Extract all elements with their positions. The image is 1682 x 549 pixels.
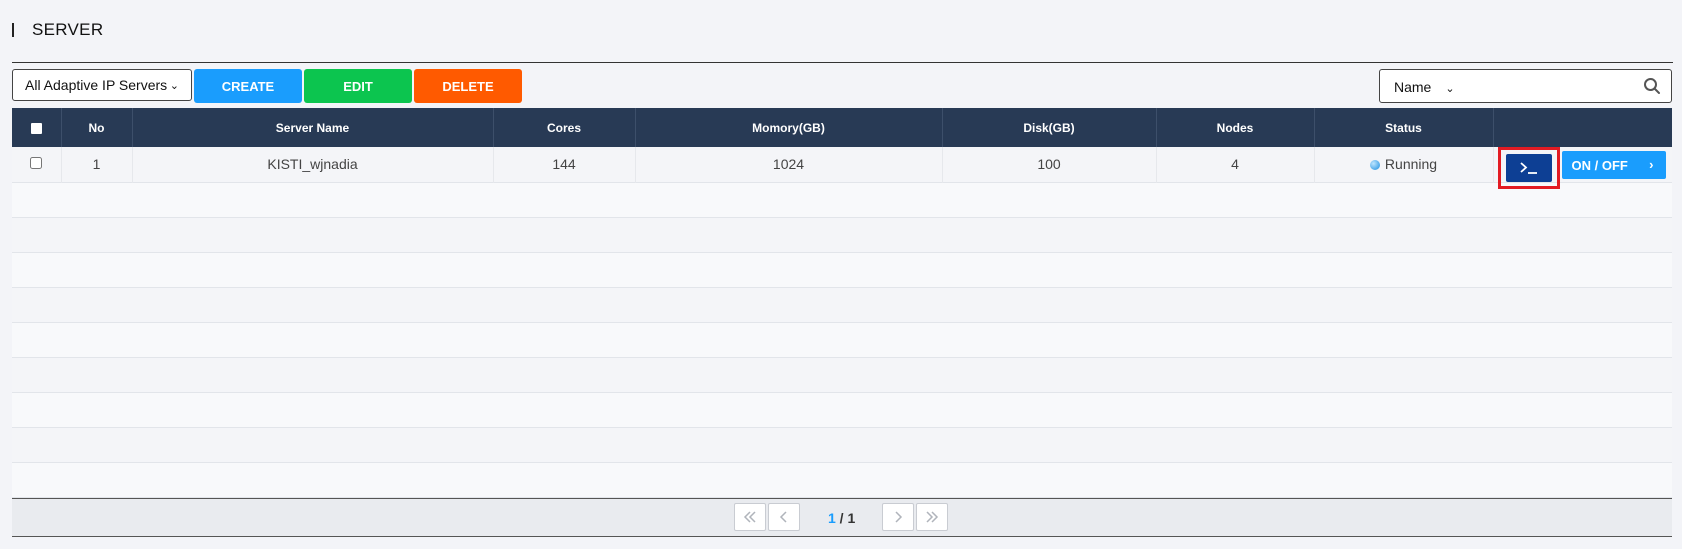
cell-disk: 100	[942, 147, 1157, 182]
chevron-down-icon: ⌄	[169, 80, 179, 92]
cell-nodes: 4	[1156, 147, 1315, 182]
search-field-value: Name	[1394, 79, 1432, 95]
table-row[interactable]: 1 KISTI_wjnadia 144 1024 100 4 Running O…	[12, 147, 1672, 189]
row-checkbox[interactable]	[30, 157, 43, 170]
chevron-right-icon: ›	[1649, 157, 1654, 172]
search-icon[interactable]	[1643, 77, 1661, 95]
select-all-header	[12, 108, 62, 147]
edit-button[interactable]: EDIT	[304, 69, 412, 103]
create-button[interactable]: CREATE	[194, 69, 302, 103]
cell-status: Running	[1314, 147, 1494, 182]
cell-no: 1	[61, 147, 133, 182]
row-select-cell	[12, 147, 62, 182]
next-page-button[interactable]	[882, 503, 914, 531]
empty-row	[12, 427, 1672, 462]
column-header-disk[interactable]: Disk(GB)	[942, 108, 1157, 147]
empty-row	[12, 392, 1672, 427]
column-header-server-name[interactable]: Server Name	[132, 108, 494, 147]
terminal-icon	[1519, 162, 1537, 174]
empty-row	[12, 462, 1672, 497]
status-running-icon	[1369, 159, 1380, 170]
column-header-cores[interactable]: Cores	[493, 108, 636, 147]
select-all-checkbox[interactable]	[30, 122, 42, 134]
column-header-no[interactable]: No	[61, 108, 133, 147]
page-indicator: 1 / 1	[828, 510, 855, 526]
chevron-left-icon	[779, 511, 787, 523]
pagination: 1 / 1	[12, 498, 1672, 537]
search-field-select[interactable]: Name ⌄	[1394, 79, 1455, 95]
double-chevron-right-icon	[926, 511, 939, 523]
status-text: Running	[1384, 156, 1438, 173]
cell-memory: 1024	[635, 147, 943, 182]
server-filter-value: All Adaptive IP Servers	[25, 77, 168, 93]
page-separator: /	[835, 510, 848, 526]
cell-actions: ON / OFF ›	[1493, 147, 1672, 189]
current-page: 1	[828, 510, 836, 526]
toolbar: All Adaptive IP Servers ⌄ CREATE EDIT DE…	[12, 69, 1672, 103]
column-header-actions	[1493, 108, 1672, 147]
empty-row	[12, 252, 1672, 287]
on-off-button[interactable]: ON / OFF ›	[1561, 151, 1666, 179]
terminal-highlight	[1497, 147, 1560, 189]
search-box: Name ⌄	[1379, 69, 1672, 103]
column-header-status[interactable]: Status	[1314, 108, 1494, 147]
empty-row	[12, 322, 1672, 357]
on-off-label: ON / OFF	[1571, 157, 1628, 173]
server-filter-select[interactable]: All Adaptive IP Servers ⌄	[12, 69, 192, 101]
terminal-button[interactable]	[1505, 154, 1552, 182]
empty-row	[12, 217, 1672, 252]
title-divider	[12, 62, 1673, 63]
total-pages: 1	[847, 510, 856, 526]
cell-cores: 144	[493, 147, 636, 182]
page-header: SERVER	[12, 18, 103, 42]
empty-row	[12, 182, 1672, 217]
page-title: SERVER	[32, 20, 104, 39]
title-marker	[12, 23, 14, 37]
double-chevron-left-icon	[743, 511, 756, 523]
delete-button[interactable]: DELETE	[414, 69, 522, 103]
first-page-button[interactable]	[734, 503, 766, 531]
empty-row	[12, 287, 1672, 322]
search-input[interactable]	[1480, 74, 1624, 100]
last-page-button[interactable]	[916, 503, 948, 531]
column-header-nodes[interactable]: Nodes	[1156, 108, 1315, 147]
table-header-row: No Server Name Cores Momory(GB) Disk(GB)…	[12, 108, 1672, 147]
column-header-memory[interactable]: Momory(GB)	[635, 108, 943, 147]
chevron-right-icon	[895, 511, 903, 523]
server-table: No Server Name Cores Momory(GB) Disk(GB)…	[12, 108, 1672, 498]
empty-row	[12, 357, 1672, 392]
cell-server-name: KISTI_wjnadia	[132, 147, 494, 182]
prev-page-button[interactable]	[768, 503, 800, 531]
chevron-down-icon: ⌄	[1445, 83, 1455, 95]
